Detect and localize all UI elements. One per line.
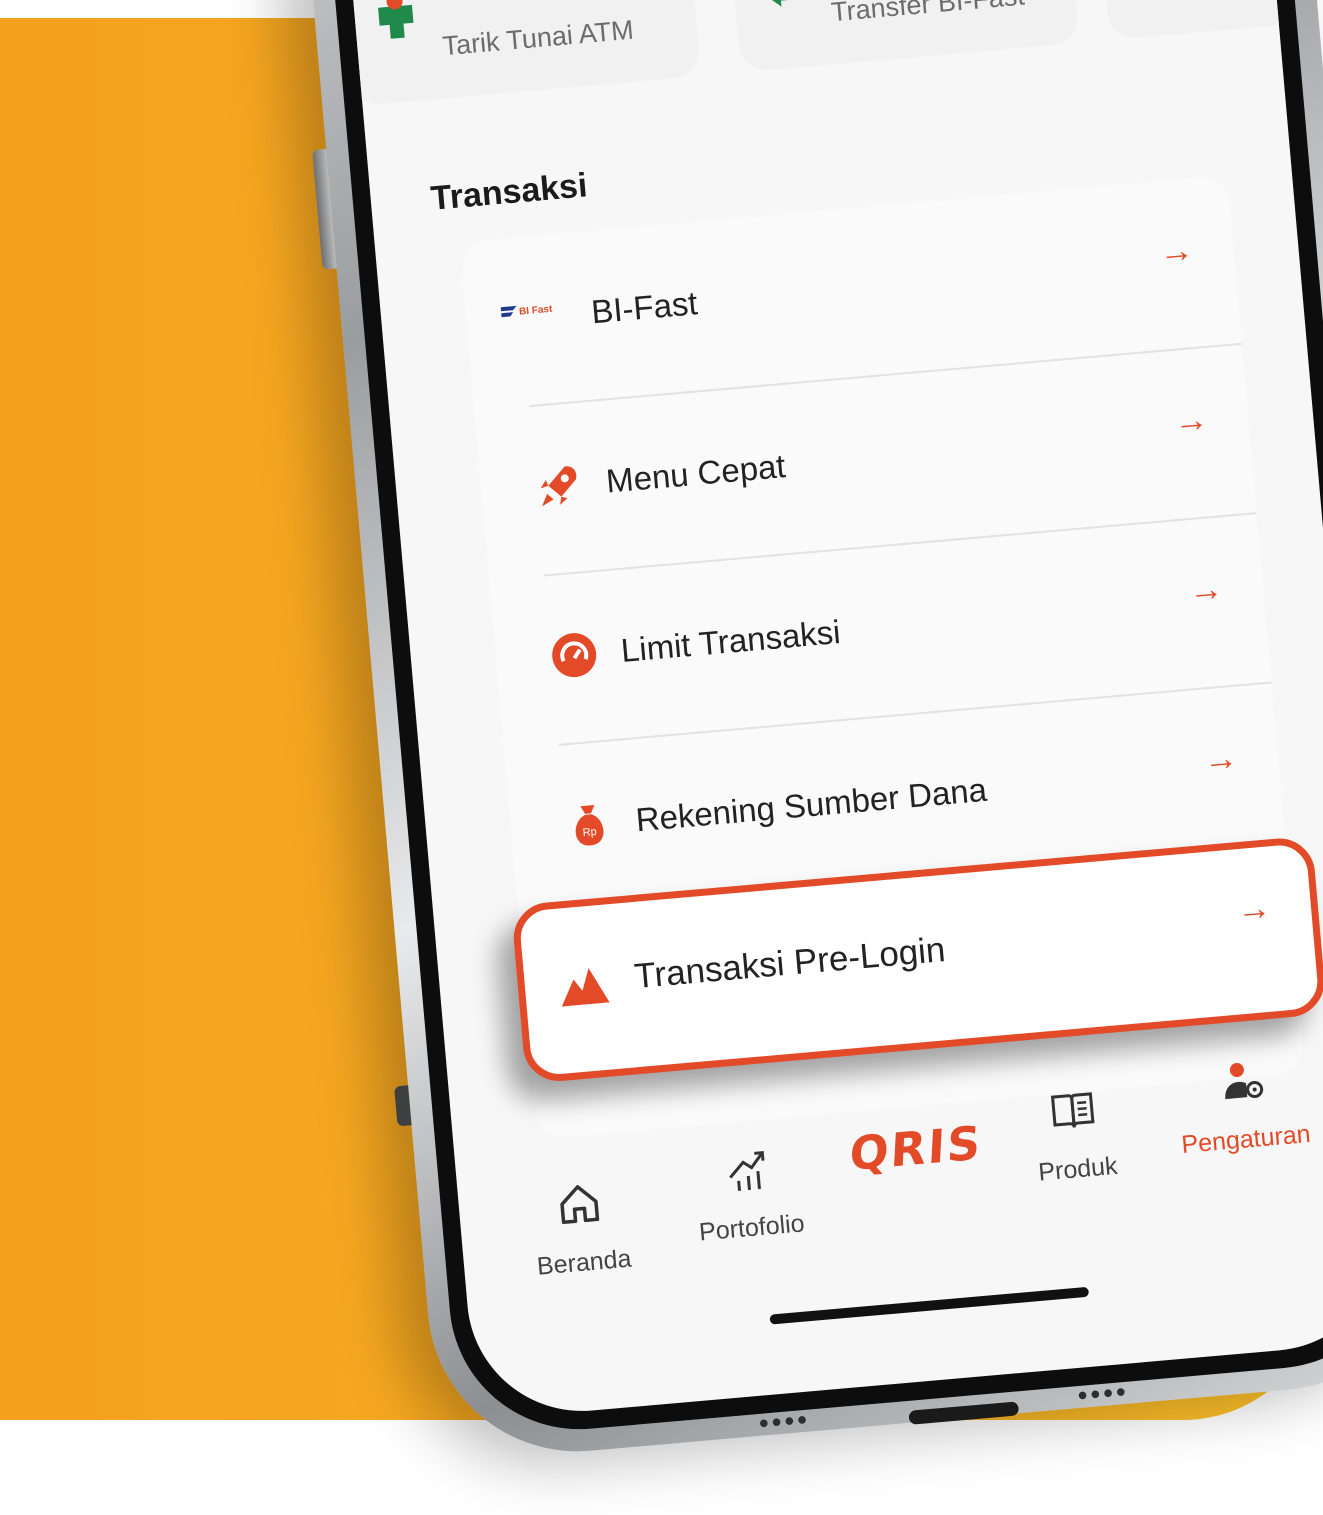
bi-fast-logo-icon: BI Fast <box>500 299 574 351</box>
book-icon <box>1050 1092 1095 1128</box>
nav-produk[interactable]: Produk <box>981 1080 1169 1192</box>
nav-label: Pengaturan <box>1180 1119 1312 1160</box>
nav-label: Portofolio <box>697 1209 806 1247</box>
menu-item-label: Limit Transaksi <box>619 612 842 669</box>
arrow-right-icon: → <box>1187 569 1225 611</box>
nav-label: Beranda <box>535 1244 633 1281</box>
svg-text:Rp: Rp <box>582 826 597 839</box>
user-settings-icon <box>1225 1062 1264 1100</box>
speaker-grille: •••• <box>1076 1375 1131 1412</box>
speaker-grille: •••• <box>757 1403 812 1439</box>
nav-pengaturan[interactable]: Pengaturan <box>1149 1050 1323 1162</box>
app-screen: Tarik Tunai ATM Transfer BI-Fast Transak… <box>343 0 1323 1421</box>
home-indicator <box>769 1286 1090 1325</box>
quick-action-label: Transfer BI-Fast <box>829 0 1026 28</box>
quick-action-label: Tarik Tunai ATM <box>441 14 635 62</box>
mountain-icon <box>561 968 610 1007</box>
menu-item-label: Transaksi Pre-Login <box>632 930 947 997</box>
speedometer-icon <box>552 633 597 678</box>
arrow-right-icon: → <box>1235 888 1273 930</box>
quick-action-transfer-bi-fast[interactable]: Transfer BI-Fast <box>727 0 1080 73</box>
arrow-right-icon: → <box>1157 230 1195 272</box>
home-icon <box>560 1185 600 1224</box>
quick-action-partial[interactable] <box>1096 0 1309 41</box>
money-bag-icon: Rp <box>575 804 604 846</box>
chart-growth-icon <box>729 1151 765 1191</box>
atm-cash-icon <box>378 0 414 39</box>
arrow-right-icon: → <box>1202 738 1240 780</box>
menu-item-label: BI-Fast <box>589 284 699 331</box>
rocket-icon <box>540 466 577 507</box>
phone-device: Tarik Tunai ATM Transfer BI-Fast Transak… <box>300 0 1323 1464</box>
section-title: Transaksi <box>429 166 589 218</box>
quick-actions: Tarik Tunai ATM Transfer BI-Fast <box>343 0 1309 107</box>
nav-beranda[interactable]: Beranda <box>487 1173 675 1285</box>
menu-item-label: Rekening Sumber Dana <box>634 770 989 839</box>
quick-action-tarik-tunai[interactable]: Tarik Tunai ATM <box>343 0 702 107</box>
svg-text:BI Fast: BI Fast <box>519 304 554 318</box>
menu-item-label: Menu Cepat <box>604 447 787 500</box>
transfer-arrows-icon <box>768 0 803 7</box>
nav-label: Produk <box>1037 1151 1119 1187</box>
arrow-right-icon: → <box>1172 400 1210 441</box>
